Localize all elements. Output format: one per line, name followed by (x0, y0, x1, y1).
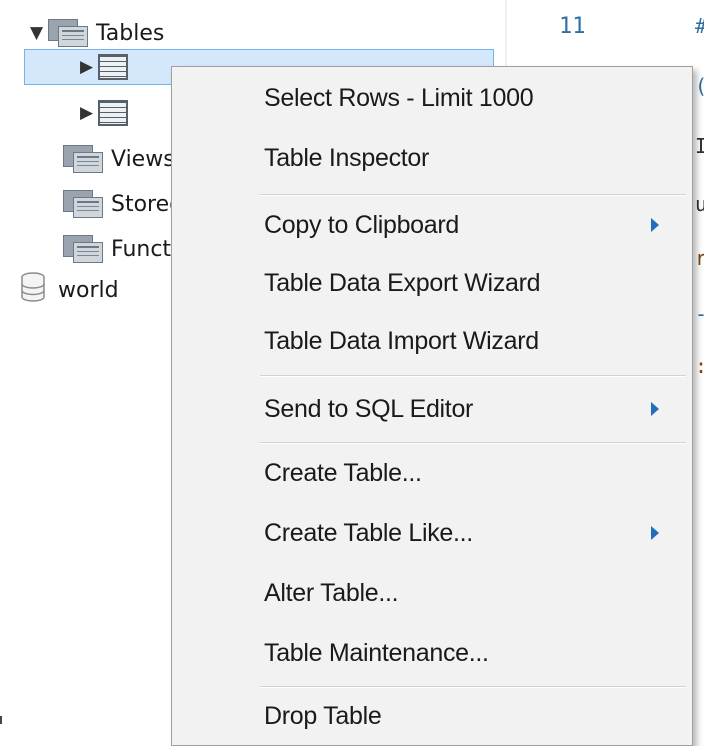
database-icon (20, 272, 46, 308)
menu-item-label: Table Data Import Wizard (264, 326, 539, 355)
menu-item-table-data-export-wizard[interactable]: Table Data Export Wizard (172, 254, 692, 312)
submenu-arrow-icon (651, 402, 659, 416)
tree-node-world[interactable]: world (20, 272, 119, 308)
menu-item-label: Create Table Like... (264, 518, 473, 547)
code-fragment: u (695, 192, 704, 216)
menu-item-send-to-sql-editor[interactable]: Send to SQL Editor (172, 380, 692, 438)
tree-label-views: Views (111, 146, 175, 172)
menu-item-label: Drop Table (264, 701, 382, 730)
horizontal-scrollbar-edge[interactable] (0, 716, 10, 724)
code-fragment: # (695, 14, 704, 38)
menu-item-table-data-import-wizard[interactable]: Table Data Import Wizard (172, 312, 692, 370)
menu-item-create-table[interactable]: Create Table... (172, 444, 692, 502)
code-fragment: I (695, 134, 704, 158)
collapsed-arrow-icon[interactable]: ▶ (80, 103, 98, 123)
menu-item-table-inspector[interactable]: Table Inspector (172, 129, 692, 187)
table-icon (98, 54, 128, 80)
menu-item-label: Table Maintenance... (264, 638, 489, 667)
functions-folder-icon (63, 235, 103, 263)
menu-item-create-table-like[interactable]: Create Table Like... (172, 504, 692, 562)
code-fragment: : (695, 354, 704, 378)
tree-node-views[interactable]: Views (63, 142, 175, 176)
tree-label-world: world (58, 277, 119, 303)
menu-item-label: Table Data Export Wizard (264, 268, 541, 297)
menu-item-copy-to-clipboard[interactable]: Copy to Clipboard (172, 196, 692, 254)
menu-separator (260, 375, 686, 377)
submenu-arrow-icon (651, 526, 659, 540)
menu-item-label: Select Rows - Limit 1000 (264, 83, 534, 112)
menu-item-table-maintenance[interactable]: Table Maintenance... (172, 624, 692, 682)
tree-label-tables: Tables (96, 20, 165, 46)
submenu-arrow-icon (651, 218, 659, 232)
menu-item-drop-table[interactable]: Drop Table (172, 687, 692, 745)
code-fragment: - (695, 302, 704, 326)
tree-node-table-1[interactable]: ▶ (80, 50, 136, 84)
tree-node-table-2[interactable]: ▶ (80, 96, 136, 130)
menu-item-label: Send to SQL Editor (264, 394, 474, 423)
expanded-arrow-icon[interactable]: ▼ (30, 23, 48, 43)
table-icon (98, 100, 128, 126)
tables-folder-icon (48, 19, 88, 47)
menu-item-label: Alter Table... (264, 578, 399, 607)
stored-procedures-folder-icon (63, 190, 103, 218)
code-fragment: ( (695, 74, 704, 98)
tree-node-tables[interactable]: ▼ Tables (30, 16, 164, 50)
menu-item-alter-table[interactable]: Alter Table... (172, 564, 692, 622)
context-menu: Select Rows - Limit 1000 Table Inspector… (171, 66, 693, 746)
menu-item-label: Copy to Clipboard (264, 210, 460, 239)
code-fragment: r (695, 246, 704, 270)
menu-item-label: Table Inspector (264, 143, 430, 172)
collapsed-arrow-icon[interactable]: ▶ (80, 57, 98, 77)
menu-item-select-rows[interactable]: Select Rows - Limit 1000 (172, 69, 692, 127)
views-folder-icon (63, 145, 103, 173)
line-number: 11 (559, 14, 586, 39)
menu-item-label: Create Table... (264, 458, 422, 487)
